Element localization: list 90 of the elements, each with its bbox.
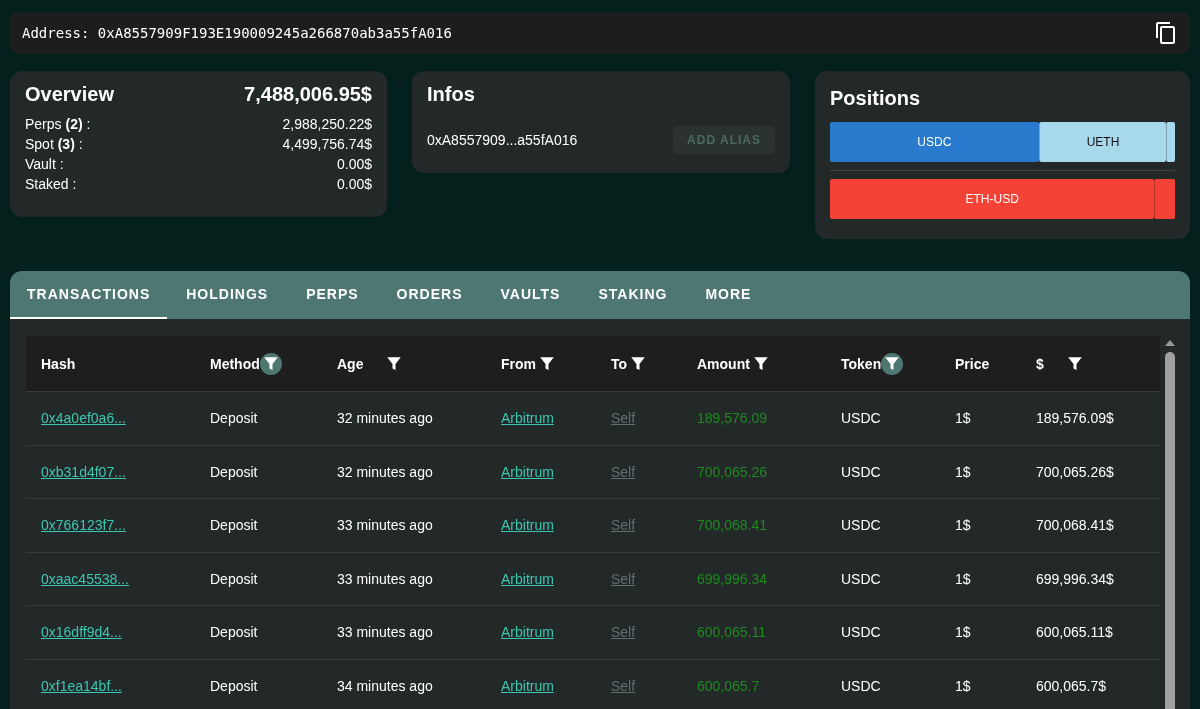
from-link[interactable]: Arbitrum: [501, 463, 554, 480]
filter-button[interactable]: [881, 352, 904, 375]
overview-value: 0.00$: [336, 175, 372, 194]
column-header: Amount: [697, 355, 750, 372]
age-cell: 33 minutes ago: [337, 517, 433, 534]
value-cell: 600,065.11$: [1036, 624, 1113, 641]
age-cell: 33 minutes ago: [337, 624, 433, 641]
value-cell: 699,996.34$: [1036, 570, 1114, 587]
price-cell: 1$: [955, 624, 971, 641]
column-header: Hash: [41, 355, 76, 372]
overview-total: 7,488,006.95$: [244, 83, 372, 106]
column-header: To: [611, 355, 628, 372]
hash-link[interactable]: 0x4a0ef0a6...: [41, 410, 126, 427]
age-cell: 32 minutes ago: [337, 410, 433, 427]
copy-icon[interactable]: [1154, 21, 1178, 45]
address-text: Address: 0xA8557909F193E190009245a266870ab3a55fA016: [22, 25, 452, 41]
tab[interactable]: TRANSACTIONS: [10, 271, 168, 319]
value-cell: 700,068.41$: [1036, 517, 1114, 534]
tab[interactable]: HOLDINGS: [167, 271, 288, 319]
amount-cell: 700,068.41: [697, 517, 768, 534]
to-link[interactable]: Self: [611, 517, 636, 534]
hash-link[interactable]: 0x16dff9d4...: [41, 624, 122, 641]
value-cell: 700,065.26$: [1036, 463, 1114, 480]
token-cell: USDC: [841, 410, 881, 427]
to-link[interactable]: Self: [611, 677, 636, 694]
amount-cell: 600,065.11: [697, 624, 767, 641]
from-link[interactable]: Arbitrum: [501, 570, 554, 587]
hash-link[interactable]: 0xf1ea14bf...: [41, 677, 122, 694]
position-segment[interactable]: UETH: [1038, 122, 1167, 162]
price-cell: 1$: [955, 570, 971, 587]
token-cell: USDC: [841, 463, 881, 480]
method-cell: Deposit: [210, 517, 258, 534]
age-cell: 34 minutes ago: [337, 677, 433, 694]
price-cell: 1$: [955, 463, 971, 480]
amount-cell: 600,065.7: [697, 677, 760, 694]
overview-label: Staked :: [25, 175, 77, 194]
to-link[interactable]: Self: [611, 463, 636, 480]
overview-title: Overview: [25, 83, 114, 106]
amount-cell: 189,576.09: [697, 410, 768, 427]
method-cell: Deposit: [210, 624, 258, 641]
to-link[interactable]: Self: [611, 410, 636, 427]
column-header: Age: [337, 355, 364, 372]
value-cell: 189,576.09$: [1036, 410, 1114, 427]
overview-value: 2,988,250.22$: [282, 115, 372, 134]
from-link[interactable]: Arbitrum: [501, 517, 554, 534]
age-cell: 32 minutes ago: [337, 463, 433, 480]
price-cell: 1$: [955, 517, 971, 534]
tab[interactable]: STAKING: [579, 271, 687, 319]
hash-link[interactable]: 0xaac45538...: [41, 570, 129, 587]
overview-label: Perps (2) :: [25, 115, 91, 134]
overview-label: Spot (3) :: [25, 135, 83, 154]
method-cell: Deposit: [210, 677, 258, 694]
method-cell: Deposit: [210, 463, 258, 480]
to-link[interactable]: Self: [611, 624, 636, 641]
hash-link[interactable]: 0x766123f7...: [41, 517, 126, 534]
positions-title: Positions: [830, 87, 921, 110]
overview-value: 4,499,756.74$: [282, 135, 372, 154]
value-cell: 600,065.7$: [1036, 677, 1107, 694]
age-cell: 33 minutes ago: [337, 570, 433, 587]
method-cell: Deposit: [210, 410, 258, 427]
method-cell: Deposit: [210, 570, 258, 587]
from-link[interactable]: Arbitrum: [501, 677, 554, 694]
position-segment[interactable]: USDC: [830, 122, 1039, 162]
token-cell: USDC: [841, 677, 881, 694]
from-link[interactable]: Arbitrum: [501, 624, 554, 641]
column-header: Price: [955, 355, 990, 372]
column-header: Method: [210, 355, 260, 372]
overview-label: Vault :: [25, 155, 64, 174]
amount-cell: 699,996.34: [697, 570, 768, 587]
hash-link[interactable]: 0xb31d4f07...: [41, 463, 126, 480]
from-link[interactable]: Arbitrum: [501, 410, 554, 427]
token-cell: USDC: [841, 570, 881, 587]
token-cell: USDC: [841, 517, 881, 534]
tab[interactable]: ORDERS: [377, 271, 482, 319]
infos-title: Infos: [427, 83, 475, 105]
filter-button[interactable]: [259, 352, 282, 375]
tab[interactable]: PERPS: [287, 271, 378, 319]
overview-value: 0.00$: [336, 155, 372, 174]
column-header: $: [1036, 355, 1044, 372]
position-segment[interactable]: ETH-USD: [830, 179, 1155, 219]
amount-cell: 700,065.26: [697, 463, 768, 480]
column-header: From: [501, 355, 536, 372]
short-address: 0xA8557909...a55fA016: [427, 132, 578, 148]
price-cell: 1$: [955, 677, 971, 694]
tab[interactable]: MORE: [686, 271, 771, 319]
column-header: Token: [841, 355, 882, 372]
tab[interactable]: VAULTS: [481, 271, 580, 319]
to-link[interactable]: Self: [611, 570, 636, 587]
token-cell: USDC: [841, 624, 881, 641]
price-cell: 1$: [955, 410, 971, 427]
